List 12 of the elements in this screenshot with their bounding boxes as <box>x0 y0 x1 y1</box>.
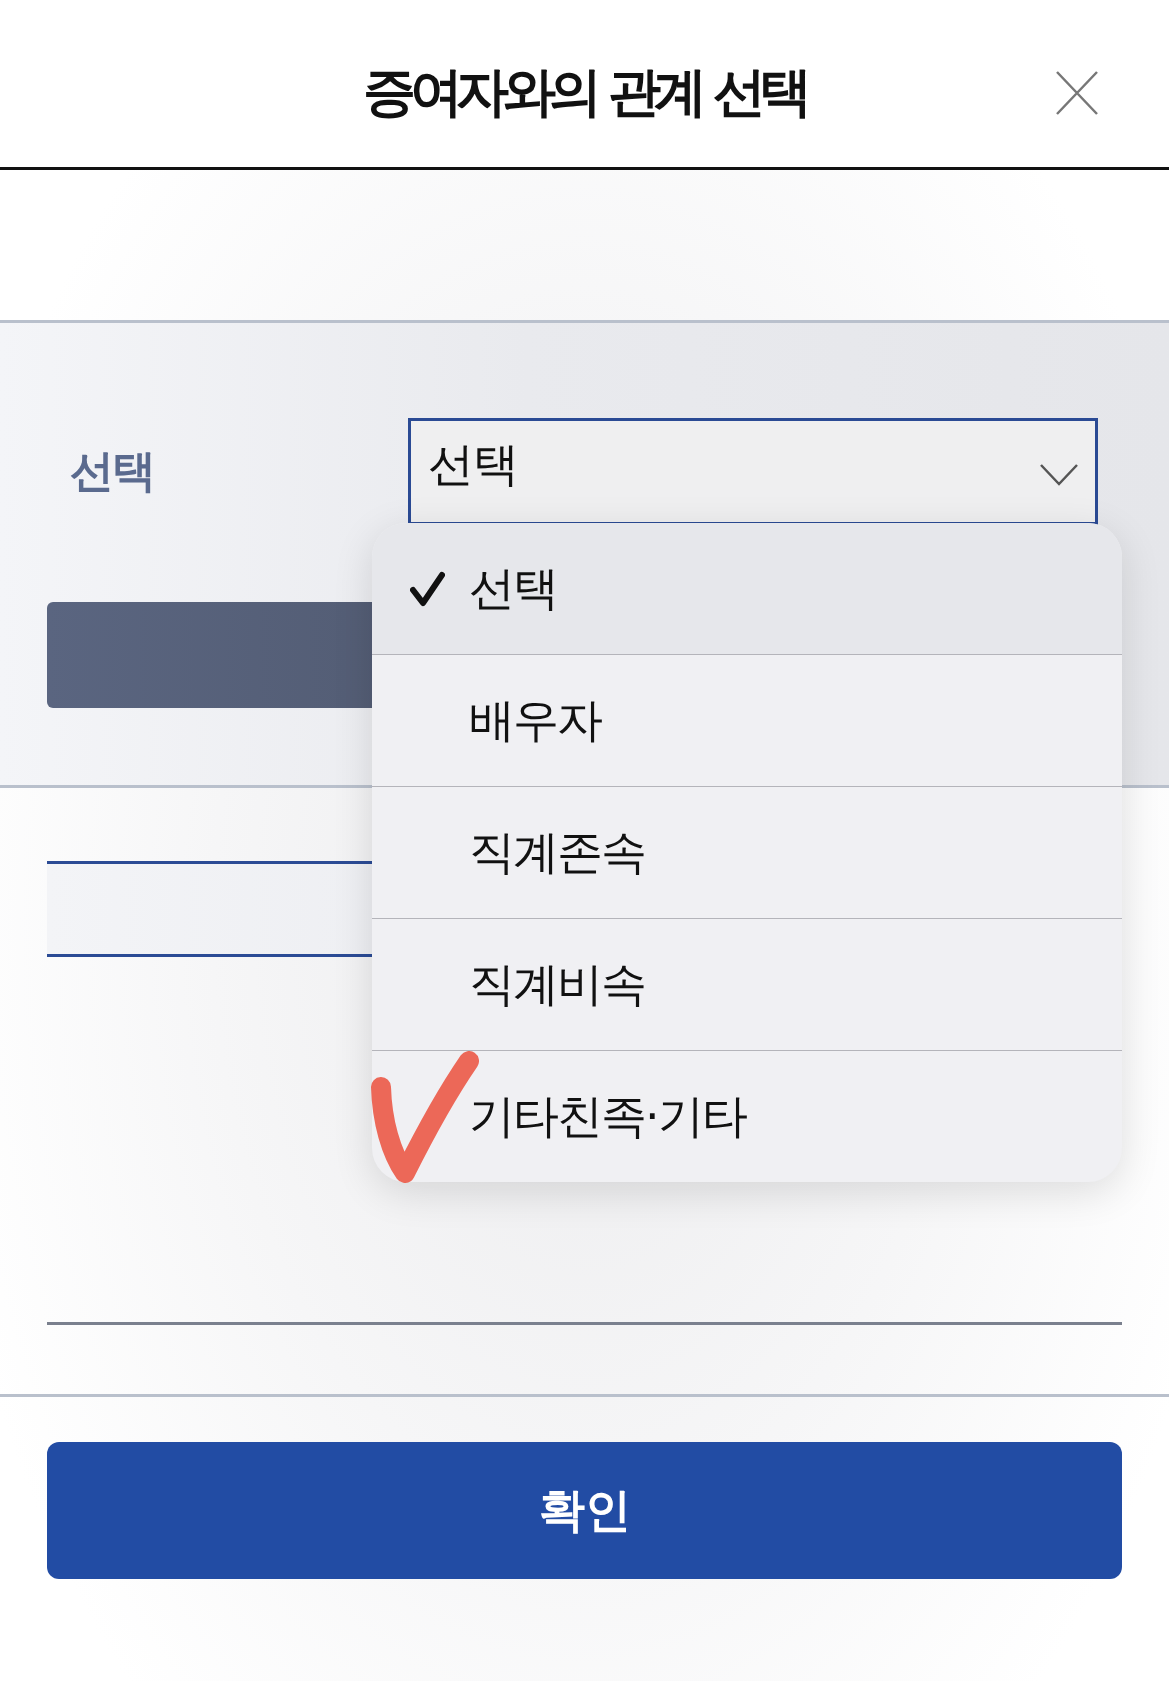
dropdown-option[interactable]: 직계존속 <box>372 786 1122 918</box>
dropdown-option[interactable]: 직계비속 <box>372 918 1122 1050</box>
chevron-down-icon <box>1039 462 1079 487</box>
close-icon[interactable] <box>1055 69 1099 116</box>
dialog-title: 증여자와의 관계 선택 <box>363 63 806 122</box>
dropdown-option[interactable]: 배우자 <box>372 654 1122 786</box>
dropdown-option[interactable]: 선택 <box>372 523 1122 654</box>
checkmark-icon <box>410 570 445 607</box>
select-field[interactable]: 선택 <box>408 418 1098 525</box>
confirm-button[interactable]: 확인 <box>47 1442 1122 1579</box>
dropdown-option[interactable]: 기타친족·기타 <box>372 1050 1122 1182</box>
field-label: 선택 <box>70 444 155 498</box>
